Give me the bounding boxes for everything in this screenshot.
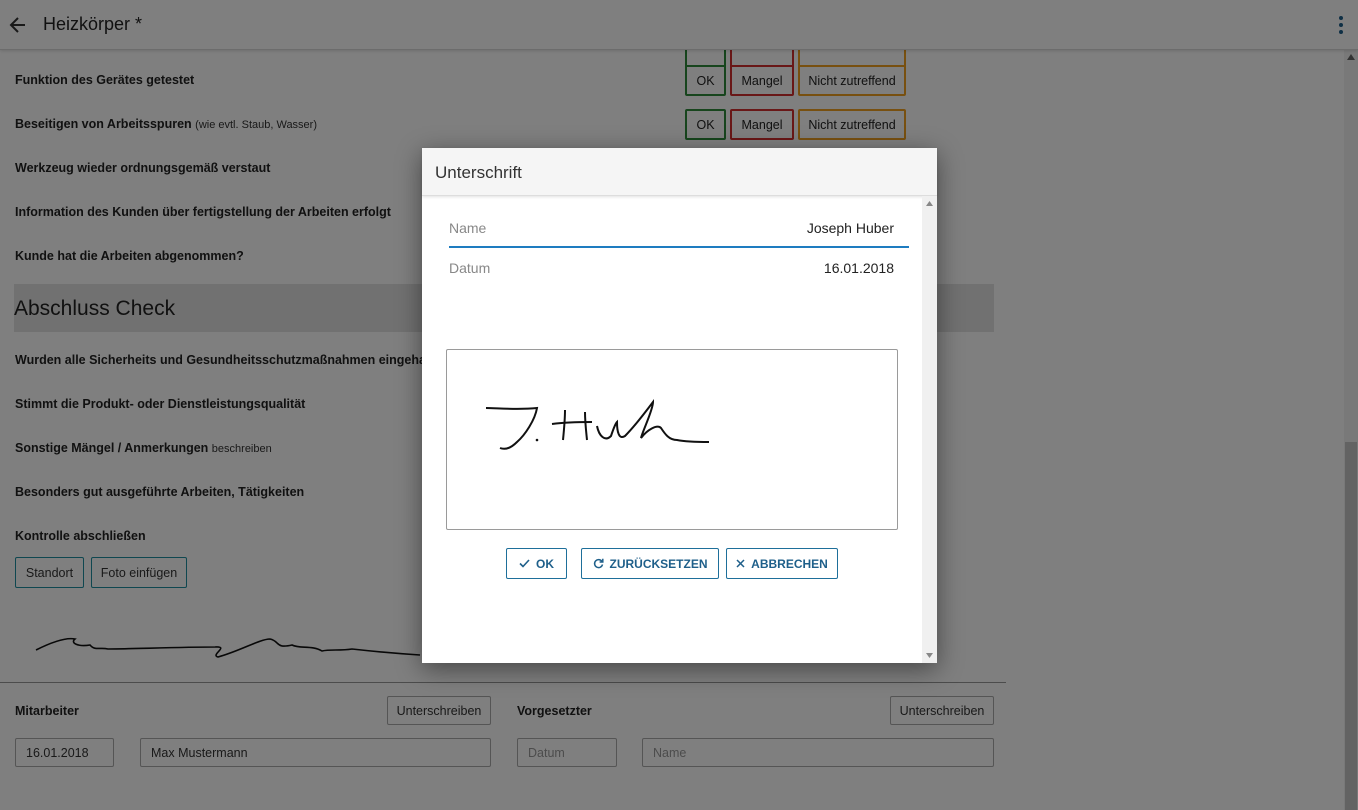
dialog-header: Unterschrift (422, 148, 937, 196)
check-icon (519, 559, 530, 568)
signature-drawing (485, 398, 710, 450)
scroll-down-icon[interactable] (926, 653, 933, 658)
cancel-button[interactable]: ABBRECHEN (726, 548, 838, 579)
dialog-body: Name Joseph Huber Datum 16.01.2018 OK ZU (422, 196, 922, 663)
name-label: Name (449, 220, 487, 236)
signature-dialog: Unterschrift Name Joseph Huber Datum 16.… (422, 148, 937, 663)
signature-pad[interactable] (446, 349, 898, 530)
scroll-up-icon[interactable] (926, 201, 933, 206)
close-icon (736, 559, 745, 568)
ok-button[interactable]: OK (506, 548, 567, 579)
date-label: Datum (449, 260, 491, 276)
cancel-button-label: ABBRECHEN (751, 556, 828, 571)
reset-button-label: ZURÜCKSETZEN (609, 556, 708, 571)
dialog-title: Unterschrift (435, 163, 522, 182)
dialog-scroll-thumb[interactable] (923, 208, 936, 651)
dialog-scrollbar[interactable] (922, 196, 937, 663)
name-input[interactable]: Joseph Huber (807, 220, 894, 236)
date-input[interactable]: 16.01.2018 (824, 260, 894, 276)
reset-button[interactable]: ZURÜCKSETZEN (581, 548, 719, 579)
name-input-underline (449, 246, 909, 248)
refresh-icon (593, 558, 604, 569)
ok-button-label: OK (536, 556, 554, 571)
